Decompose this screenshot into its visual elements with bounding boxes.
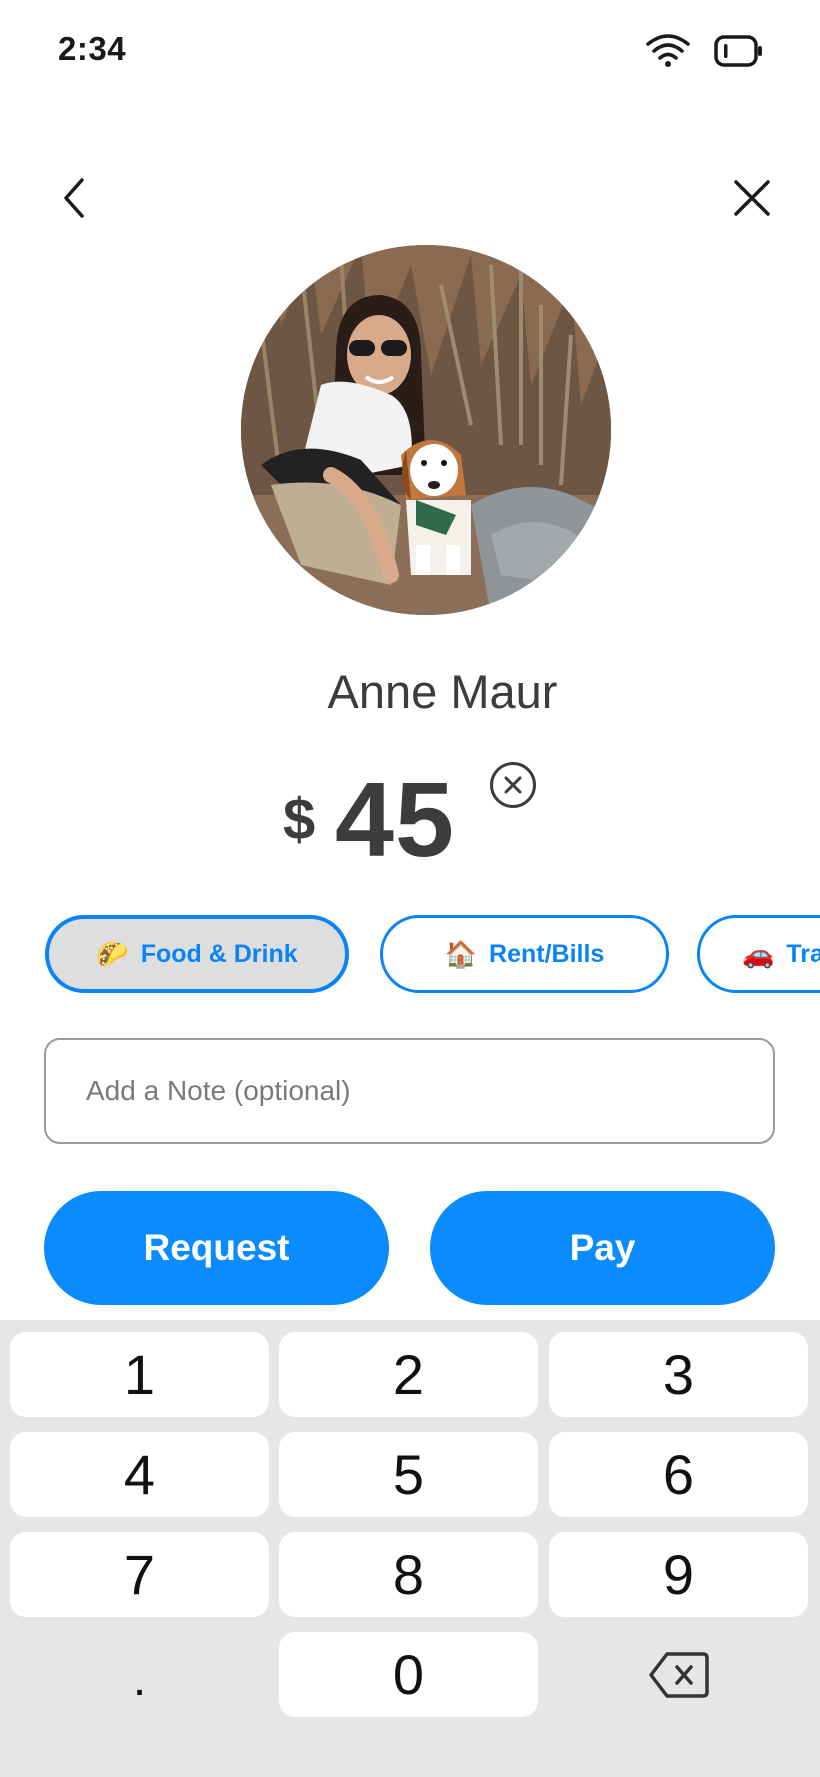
wifi-icon bbox=[644, 30, 692, 70]
avatar bbox=[241, 245, 611, 615]
chip-transport[interactable]: 🚗 Tran bbox=[697, 915, 820, 993]
key-6[interactable]: 6 bbox=[549, 1432, 808, 1517]
key-3[interactable]: 3 bbox=[549, 1332, 808, 1417]
pay-button[interactable]: Pay bbox=[430, 1191, 775, 1305]
key-7[interactable]: 7 bbox=[10, 1532, 269, 1617]
taco-icon: 🌮 bbox=[96, 938, 129, 969]
numeric-keypad: 1 2 3 4 5 6 7 8 9 . 0 bbox=[0, 1320, 820, 1777]
key-8[interactable]: 8 bbox=[279, 1532, 538, 1617]
clear-circle-icon bbox=[504, 776, 522, 794]
chip-rent-bills[interactable]: 🏠 Rent/Bills bbox=[380, 915, 669, 993]
status-bar: 2:34 bbox=[0, 0, 820, 100]
chevron-left-icon bbox=[64, 178, 84, 218]
back-button[interactable] bbox=[52, 172, 100, 224]
chip-label: Tran bbox=[786, 939, 820, 968]
note-input[interactable] bbox=[44, 1038, 775, 1144]
key-4[interactable]: 4 bbox=[10, 1432, 269, 1517]
key-decimal[interactable]: . bbox=[10, 1632, 269, 1717]
chip-label: Rent/Bills bbox=[489, 939, 605, 968]
clear-amount-button[interactable] bbox=[490, 762, 536, 808]
close-button[interactable] bbox=[728, 174, 776, 222]
category-chips: 🌮 Food & Drink 🏠 Rent/Bills 🚗 Tran bbox=[0, 915, 820, 993]
key-2[interactable]: 2 bbox=[279, 1332, 538, 1417]
house-icon: 🏠 bbox=[444, 938, 478, 969]
car-icon: 🚗 bbox=[742, 938, 775, 969]
key-5[interactable]: 5 bbox=[279, 1432, 538, 1517]
backspace-icon bbox=[648, 1651, 709, 1698]
amount-value: 45 bbox=[335, 761, 455, 879]
chip-label: Food & Drink bbox=[140, 939, 298, 968]
close-icon bbox=[734, 180, 770, 216]
key-9[interactable]: 9 bbox=[549, 1532, 808, 1617]
recipient-name: Anne Maur bbox=[327, 665, 558, 718]
key-0[interactable]: 0 bbox=[279, 1632, 538, 1717]
backspace-button[interactable] bbox=[549, 1632, 808, 1717]
status-time: 2:34 bbox=[58, 30, 127, 67]
chip-food-drink[interactable]: 🌮 Food & Drink bbox=[45, 915, 349, 993]
amount-display: $ 45 bbox=[0, 760, 820, 879]
battery-icon bbox=[714, 34, 764, 68]
key-1[interactable]: 1 bbox=[10, 1332, 269, 1417]
currency-symbol: $ bbox=[283, 787, 316, 852]
request-button[interactable]: Request bbox=[44, 1191, 389, 1305]
